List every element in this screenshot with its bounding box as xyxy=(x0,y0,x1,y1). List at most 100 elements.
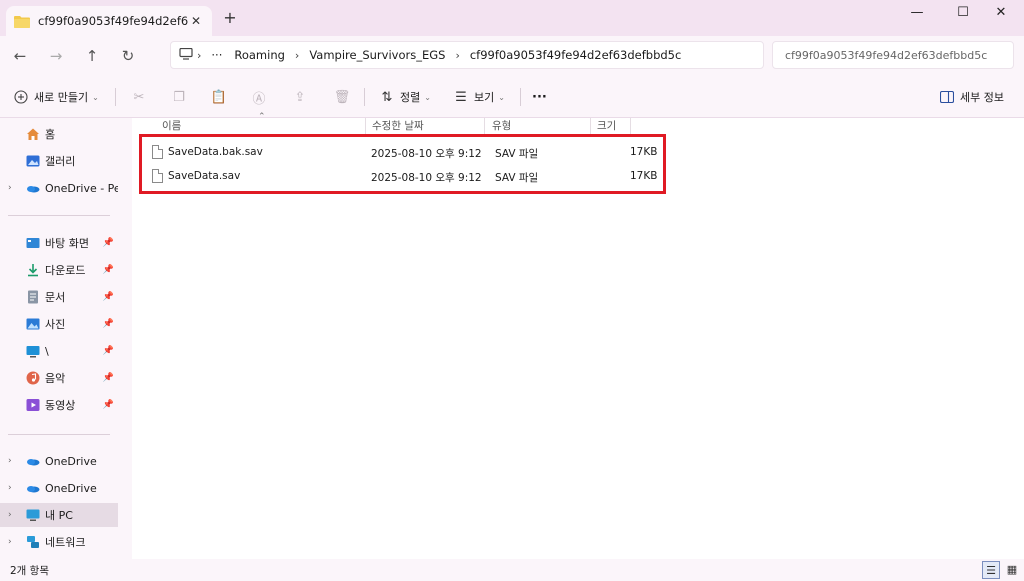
minimize-button[interactable]: — xyxy=(894,0,940,28)
close-window-button[interactable]: ✕ xyxy=(978,0,1024,28)
tab-current-folder[interactable]: cf99f0a9053f49fe94d2ef63de ✕ xyxy=(6,6,212,36)
sidebar-item-network[interactable]: › 네트워크 xyxy=(0,530,118,554)
new-tab-button[interactable]: + xyxy=(220,8,240,28)
navigation-pane: 홈 갤러리 › OneDrive - Pers 바탕 화면 📌 다운로드 📌 문… xyxy=(0,118,131,559)
delete-button[interactable]: 🗑 xyxy=(333,86,351,108)
breadcrumb-item[interactable]: cf99f0a9053f49fe94d2ef63defbbd5c xyxy=(470,48,681,62)
sidebar-item-home[interactable]: 홈 xyxy=(0,122,118,146)
more-options-button[interactable]: ··· xyxy=(532,86,547,108)
sidebar-item-downloads[interactable]: 다운로드 📌 xyxy=(0,258,118,282)
view-icon: ☰ xyxy=(455,89,467,105)
chevron-right-icon[interactable]: › xyxy=(8,483,12,493)
desktop-icon xyxy=(26,236,40,250)
pin-icon[interactable]: 📌 xyxy=(103,265,114,275)
toolbar-divider xyxy=(520,88,521,106)
onedrive-icon xyxy=(26,454,40,468)
pin-icon[interactable]: 📌 xyxy=(103,292,114,302)
toolbar-divider xyxy=(115,88,116,106)
details-view-button[interactable]: ☰ xyxy=(982,561,1000,579)
tiles-view-icon: ▦ xyxy=(1006,563,1018,576)
copy-icon: ❐ xyxy=(173,89,185,105)
search-input[interactable]: cf99f0a9053f49fe94d2ef63defbbd5c xyxy=(772,41,1014,69)
rename-icon: Ⓐ xyxy=(252,91,266,107)
details-pane-button[interactable]: 세부 정보 xyxy=(938,86,1004,108)
item-count: 2개 항목 xyxy=(10,565,49,577)
file-list: ⌃ 이름 수정한 날짜 유형 크기 SaveData.bak.sav 2025-… xyxy=(132,112,1024,559)
pin-icon[interactable]: 📌 xyxy=(103,400,114,410)
gallery-icon xyxy=(26,154,40,168)
rename-button[interactable]: Ⓐ xyxy=(250,86,268,108)
sidebar-item-pictures[interactable]: 사진 📌 xyxy=(0,312,118,336)
sidebar-item-drive[interactable]: \ 📌 xyxy=(0,339,118,363)
chevron-down-icon: ⌄ xyxy=(424,92,431,102)
sidebar-item-label: 내 PC xyxy=(45,509,73,522)
cut-button[interactable]: ✂ xyxy=(130,86,148,108)
tiles-view-button[interactable]: ▦ xyxy=(1003,561,1021,579)
paste-button[interactable]: 📋 xyxy=(210,86,228,108)
forward-button[interactable]: → xyxy=(42,42,70,70)
share-icon: ⇪ xyxy=(294,89,306,105)
sidebar-item-desktop[interactable]: 바탕 화면 📌 xyxy=(0,231,118,255)
chevron-right-icon[interactable]: › xyxy=(8,537,12,547)
pc-icon xyxy=(26,508,40,522)
back-button[interactable]: ← xyxy=(6,42,34,70)
status-bar: 2개 항목 ☰ ▦ xyxy=(0,559,1024,581)
column-header-modified[interactable]: 수정한 날짜 xyxy=(372,118,424,134)
sidebar-item-documents[interactable]: 문서 📌 xyxy=(0,285,118,309)
pin-icon[interactable]: 📌 xyxy=(103,346,114,356)
refresh-button[interactable]: ↻ xyxy=(114,42,142,70)
sidebar-scrollbar[interactable] xyxy=(118,118,132,559)
column-divider[interactable] xyxy=(484,118,485,134)
chevron-right-icon: › xyxy=(455,48,460,62)
network-icon xyxy=(26,535,40,549)
command-bar: 새로 만들기 ⌄ ✂ ❐ 📋 Ⓐ ⇪ 🗑 ⇅ 정렬 ⌄ ☰ 보기 ⌄ ··· 세… xyxy=(0,76,1024,118)
video-icon xyxy=(26,398,40,412)
column-header-name[interactable]: 이름 xyxy=(162,118,181,134)
new-button[interactable]: 새로 만들기 ⌄ xyxy=(12,86,99,108)
copy-button[interactable]: ❐ xyxy=(170,86,188,108)
breadcrumb-more[interactable]: ··· xyxy=(211,48,222,62)
view-button-label: 보기 xyxy=(474,91,495,104)
chevron-down-icon: ⌄ xyxy=(498,92,505,102)
sidebar-item-music[interactable]: 음악 📌 xyxy=(0,366,118,390)
sort-button[interactable]: ⇅ 정렬 ⌄ xyxy=(378,86,431,108)
column-header-type[interactable]: 유형 xyxy=(492,118,511,134)
tab-close-icon[interactable]: ✕ xyxy=(188,14,204,28)
sidebar-item-label: 홈 xyxy=(45,128,56,141)
chevron-right-icon[interactable]: › xyxy=(8,510,12,520)
sidebar-item-this-pc[interactable]: › 내 PC xyxy=(0,503,118,527)
sidebar-item-onedrive-personal[interactable]: › OneDrive - Pers xyxy=(0,176,131,200)
sidebar-item-gallery[interactable]: 갤러리 xyxy=(0,149,118,173)
sort-button-label: 정렬 xyxy=(400,91,421,104)
pin-icon[interactable]: 📌 xyxy=(103,373,114,383)
pin-icon[interactable]: 📌 xyxy=(103,238,114,248)
column-divider[interactable] xyxy=(630,118,631,134)
scissors-icon: ✂ xyxy=(133,89,145,105)
column-divider[interactable] xyxy=(365,118,366,134)
sidebar-item-onedrive[interactable]: › OneDrive xyxy=(0,476,118,500)
pin-icon[interactable]: 📌 xyxy=(103,319,114,329)
up-button[interactable]: ↑ xyxy=(78,42,106,70)
chevron-right-icon[interactable]: › xyxy=(8,183,12,193)
sidebar-item-label: 사진 xyxy=(45,318,66,331)
details-view-icon: ☰ xyxy=(986,564,996,577)
column-divider[interactable] xyxy=(590,118,591,134)
sidebar-item-label: 동영상 xyxy=(45,399,76,412)
highlight-box xyxy=(139,134,666,194)
sidebar-item-videos[interactable]: 동영상 📌 xyxy=(0,393,118,417)
address-bar[interactable]: › ··· Roaming › Vampire_Survivors_EGS › … xyxy=(170,41,764,69)
sidebar-item-onedrive[interactable]: › OneDrive xyxy=(0,449,118,473)
details-pane-label: 세부 정보 xyxy=(960,91,1004,104)
view-button[interactable]: ☰ 보기 ⌄ xyxy=(452,86,505,108)
drive-icon xyxy=(26,344,40,358)
share-button[interactable]: ⇪ xyxy=(291,86,309,108)
column-header-size[interactable]: 크기 xyxy=(597,118,616,134)
chevron-right-icon[interactable]: › xyxy=(8,456,12,466)
folder-icon xyxy=(14,15,30,28)
breadcrumb-item[interactable]: Roaming xyxy=(234,48,285,62)
details-pane-icon xyxy=(938,88,956,106)
navigation-bar: ← → ↑ ↻ › ··· Roaming › Vampire_Survivor… xyxy=(0,36,1024,76)
breadcrumb-item[interactable]: Vampire_Survivors_EGS xyxy=(309,48,445,62)
sidebar-item-label: 다운로드 xyxy=(45,264,86,277)
sidebar-item-label: 네트워크 xyxy=(45,536,86,549)
